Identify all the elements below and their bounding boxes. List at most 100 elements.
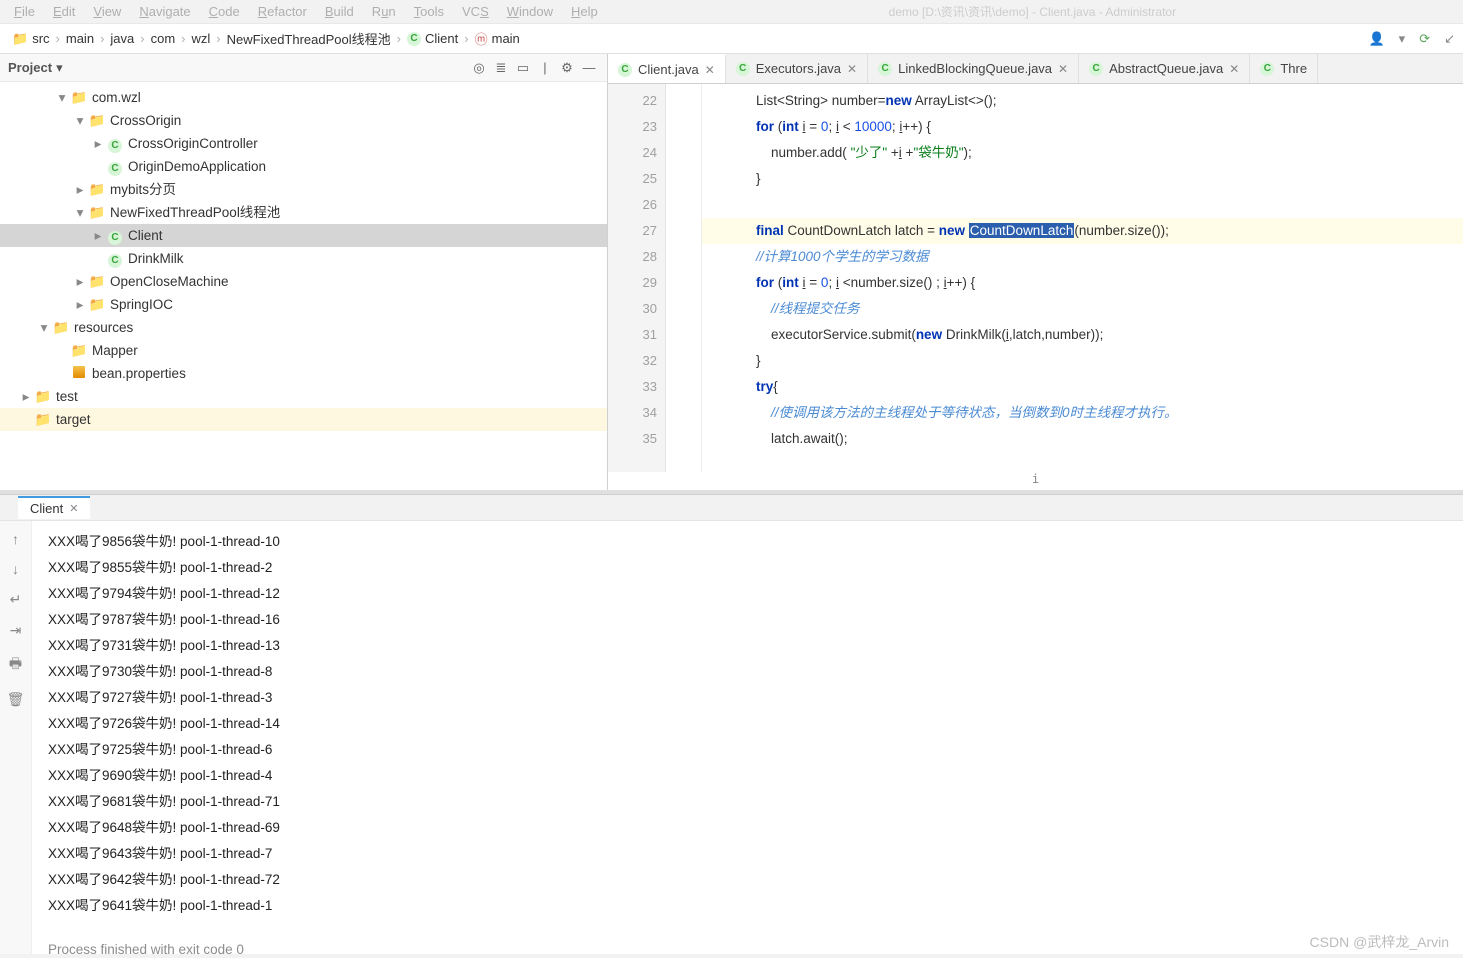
project-panel: Project | 📁com.wzl📁CrossOriginCCrossOrig… [0,54,608,490]
tree-item-drinkmilk[interactable]: CDrinkMilk [0,247,607,270]
menu-window[interactable]: Window [499,2,561,21]
user-icon[interactable] [1368,31,1384,47]
menu-view[interactable]: View [85,2,129,21]
expand-all-icon[interactable] [491,58,511,78]
tab-thre[interactable]: CThre [1250,54,1318,83]
tab-linkedblockingqueue-java[interactable]: CLinkedBlockingQueue.java✕ [868,54,1079,83]
tree-item-client[interactable]: CClient [0,224,607,247]
exit-line: Process finished with exit code 0 [48,937,1463,954]
chevron-right-icon[interactable] [18,385,34,408]
soft-wrap-icon[interactable] [10,591,22,608]
menu-tools[interactable]: Tools [406,2,452,21]
reload-icon[interactable] [1419,31,1430,47]
line-gutter: 2223242526272829303132333435 [608,84,666,472]
menu-build[interactable]: Build [317,2,362,21]
crumb-java[interactable]: java [106,29,138,48]
class-icon: C [1260,62,1274,76]
chevron-down-icon[interactable] [54,86,70,109]
tree-item-crossorigin[interactable]: 📁CrossOrigin [0,109,607,132]
project-title[interactable]: Project [8,60,52,75]
menu-navigate[interactable]: Navigate [131,2,198,21]
tree-label: target [56,408,91,431]
chevron-down-icon[interactable] [72,201,88,224]
output-line: XXX喝了9642袋牛奶! pool-1-thread-72 [48,867,1463,893]
crumb-wzl[interactable]: wzl [188,29,215,48]
crumb-class[interactable]: CClient [403,29,462,48]
chevron-down-icon[interactable] [36,316,52,339]
scroll-to-end-icon[interactable]: ⇥ [10,622,22,639]
chevron-right-icon[interactable] [72,270,88,293]
tree-item-resources[interactable]: 📁resources [0,316,607,339]
close-icon[interactable]: ✕ [69,502,78,515]
tree-item-bean-properties[interactable]: bean.properties [0,362,607,385]
hide-icon[interactable] [579,58,599,78]
project-dropdown-icon[interactable] [56,60,63,76]
editor-area: CClient.java✕CExecutors.java✕CLinkedBloc… [608,54,1463,490]
close-icon[interactable]: ✕ [705,63,715,77]
output-line: XXX喝了9730袋牛奶! pool-1-thread-8 [48,659,1463,685]
code-editor[interactable]: List<String> number=new ArrayList<>(); f… [702,84,1463,472]
tree-item-test[interactable]: 📁test [0,385,607,408]
close-icon[interactable]: ✕ [847,62,857,76]
tree-label: NewFixedThreadPool线程池 [110,201,280,224]
tree-item-openclosemachine[interactable]: 📁OpenCloseMachine [0,270,607,293]
menu-edit[interactable]: Edit [45,2,83,21]
chevron-right-icon [56,31,60,46]
tree-item-mapper[interactable]: 📁Mapper [0,339,607,362]
menu-file[interactable]: File [6,2,43,21]
menu-run[interactable]: Run [364,2,404,21]
tree-item-newfixedthreadpool-[interactable]: 📁NewFixedThreadPool线程池 [0,201,607,224]
close-icon[interactable]: ✕ [1229,62,1239,76]
tab-executors-java[interactable]: CExecutors.java✕ [726,54,868,83]
tab-abstractqueue-java[interactable]: CAbstractQueue.java✕ [1079,54,1250,83]
class-icon: C [736,62,750,76]
menu-bar: File Edit View Navigate Code Refactor Bu… [0,0,1463,24]
tree-item-origindemoapplication[interactable]: COriginDemoApplication [0,155,607,178]
output-line: XXX喝了9731袋牛奶! pool-1-thread-13 [48,633,1463,659]
trash-icon[interactable] [7,691,25,708]
output-line: XXX喝了9787袋牛奶! pool-1-thread-16 [48,607,1463,633]
output-line: XXX喝了9794袋牛奶! pool-1-thread-12 [48,581,1463,607]
up-icon[interactable] [12,531,19,547]
tree-label: OpenCloseMachine [110,270,229,293]
chevron-right-icon[interactable] [90,132,106,155]
tree-item-springioc[interactable]: 📁SpringIOC [0,293,607,316]
window-title: demo [D:\资讯\资讯\demo] - Client.java - Adm… [608,1,1457,22]
down-icon[interactable] [12,561,19,577]
menu-help[interactable]: Help [563,2,606,21]
run-tabbar: Client ✕ [0,495,1463,521]
collapse-all-icon[interactable] [513,58,533,78]
project-header: Project | [0,54,607,82]
menu-refactor[interactable]: Refactor [250,2,315,21]
menu-code[interactable]: Code [201,2,248,21]
project-tree[interactable]: 📁com.wzl📁CrossOriginCCrossOriginControll… [0,82,607,490]
chevron-right-icon [181,31,185,46]
gear-icon[interactable] [557,58,577,78]
print-icon[interactable] [9,653,22,677]
tree-item-com-wzl[interactable]: 📁com.wzl [0,86,607,109]
chevron-right-icon[interactable] [90,224,106,247]
run-output[interactable]: XXX喝了9856袋牛奶! pool-1-thread-10XXX喝了9855袋… [32,521,1463,954]
crumb-method[interactable]: ⓜmain [471,27,524,50]
tree-label: resources [74,316,133,339]
crumb-main[interactable]: main [62,29,98,48]
tree-item-target[interactable]: 📁target [0,408,607,431]
output-line: XXX喝了9725袋牛奶! pool-1-thread-6 [48,737,1463,763]
menu-vcs[interactable]: VCS [454,2,497,21]
chevron-down-icon[interactable] [72,109,88,132]
chevron-right-icon[interactable] [72,293,88,316]
crumb-com[interactable]: com [147,29,180,48]
tree-label: com.wzl [92,86,141,109]
close-icon[interactable]: ✕ [1058,62,1068,76]
tree-item-crossorigincontroller[interactable]: CCrossOriginController [0,132,607,155]
tab-client-java[interactable]: CClient.java✕ [608,54,726,83]
crumb-src[interactable]: 📁src [8,29,54,49]
code-area: 2223242526272829303132333435 List<String… [608,84,1463,472]
locate-icon[interactable] [469,58,489,78]
run-tab-client[interactable]: Client ✕ [18,496,90,519]
chevron-right-icon[interactable] [72,178,88,201]
tree-item-mybits-[interactable]: 📁mybits分页 [0,178,607,201]
crumb-package[interactable]: NewFixedThreadPool线程池 [223,27,395,50]
run-gutter: ⇥ [0,521,32,954]
tree-label: CrossOrigin [110,109,181,132]
